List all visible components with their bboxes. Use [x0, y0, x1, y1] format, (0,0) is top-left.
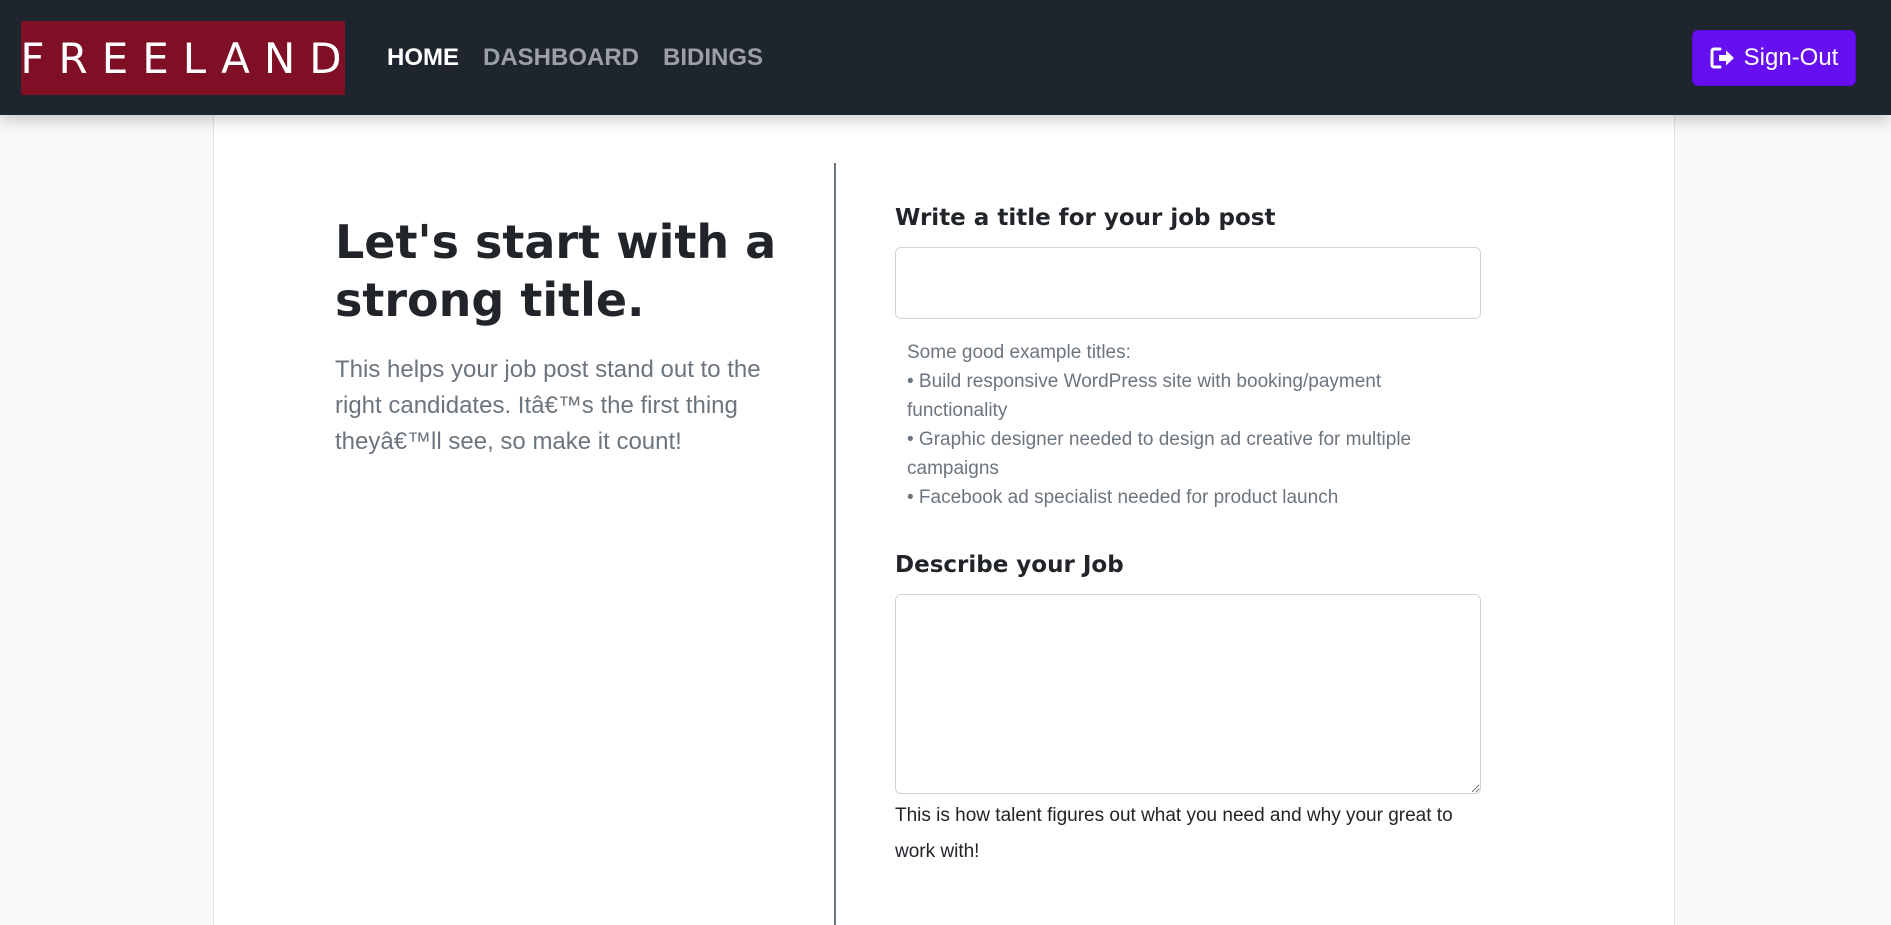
example-title-item: • Build responsive WordPress site with b…: [907, 371, 1382, 421]
example-title-item: • Graphic designer needed to design ad c…: [907, 429, 1412, 479]
nav-bidings-link[interactable]: BIDINGS: [663, 44, 763, 72]
example-titles: Some good example titles: • Build respon…: [907, 338, 1467, 512]
job-description-textarea[interactable]: [895, 594, 1481, 794]
brand-logo[interactable]: FREELAND: [20, 21, 345, 95]
sign-out-icon: [1710, 47, 1734, 69]
example-titles-heading: Some good example titles:: [907, 342, 1131, 363]
sign-out-button[interactable]: Sign-Out: [1692, 30, 1856, 86]
sign-out-label: Sign-Out: [1743, 44, 1839, 71]
job-description-help: This is how talent figures out what you …: [895, 805, 1453, 862]
job-title-input[interactable]: [895, 247, 1481, 319]
example-title-item: • Facebook ad specialist needed for prod…: [907, 487, 1339, 508]
column-divider: [834, 163, 836, 925]
intro-lead-text: This helps your job post stand out to th…: [335, 356, 761, 455]
nav-dashboard-link[interactable]: DASHBOARD: [483, 44, 639, 72]
nav-links: HOME DASHBOARD BIDINGS: [387, 44, 763, 72]
nav-home-link[interactable]: HOME: [387, 44, 459, 72]
job-title-label: Write a title for your job post: [895, 205, 1276, 231]
job-description-label: Describe your Job: [895, 552, 1124, 578]
page-heading: Let's start with a strong title.: [335, 215, 777, 327]
top-navbar: FREELAND HOME DASHBOARD BIDINGS Sign-Out: [0, 0, 1891, 115]
